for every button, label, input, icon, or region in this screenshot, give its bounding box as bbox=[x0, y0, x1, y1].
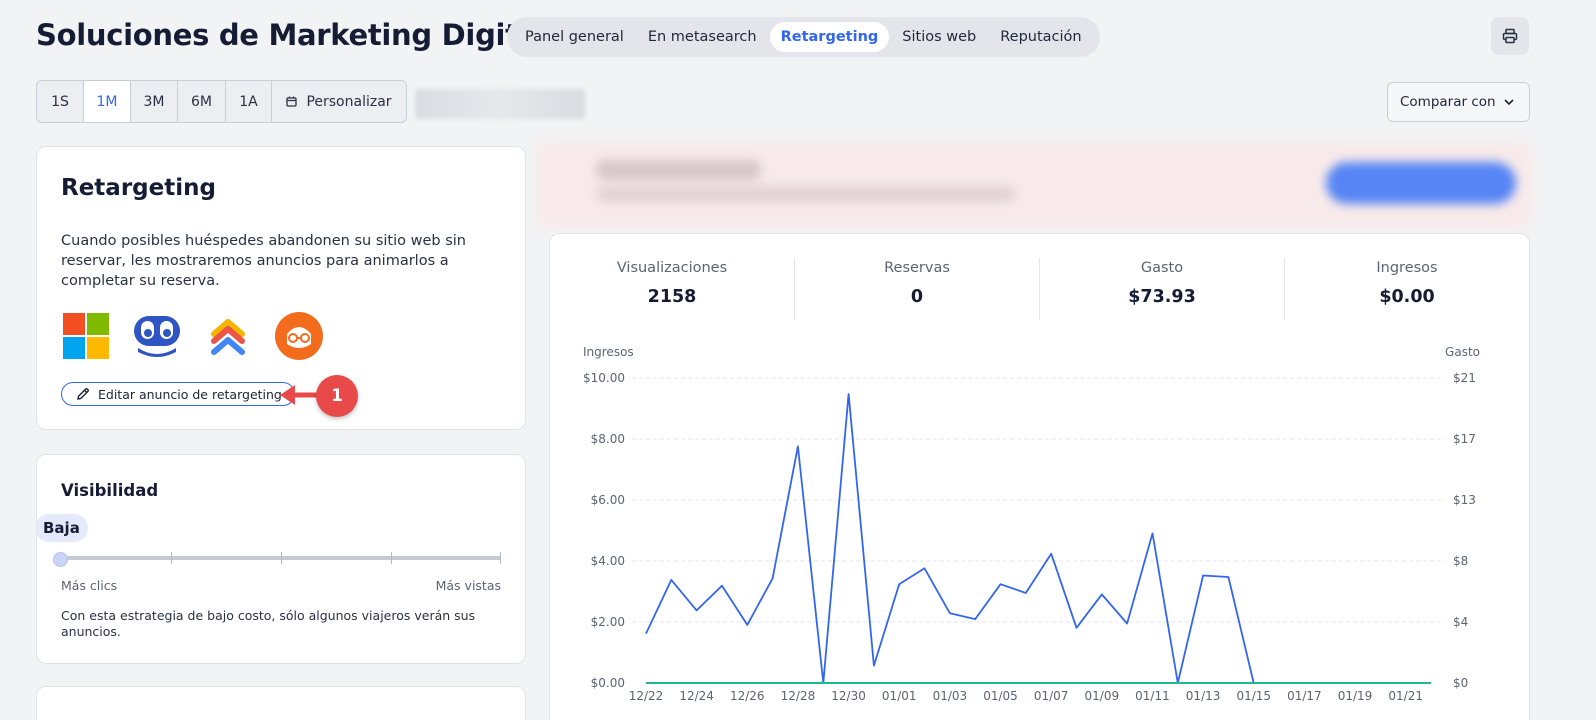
metric-value: $73.93 bbox=[1128, 287, 1196, 307]
right-tick-label: $0 bbox=[1453, 676, 1468, 690]
chevron-down-icon bbox=[1504, 99, 1514, 106]
x-tick-label: 01/15 bbox=[1236, 689, 1271, 703]
custom-range-button[interactable]: Personalizar bbox=[272, 81, 406, 122]
right-tick-label: $4 bbox=[1453, 615, 1468, 629]
retargeting-title: Retargeting bbox=[61, 175, 216, 201]
page-title: Soluciones de Marketing Digital bbox=[36, 18, 548, 52]
left-tick-label: $6.00 bbox=[591, 493, 625, 507]
tab-retargeting[interactable]: Retargeting bbox=[769, 22, 890, 52]
right-tick-label: $8 bbox=[1453, 554, 1468, 568]
metric-label: Gasto bbox=[1140, 260, 1184, 276]
x-tick-label: 01/11 bbox=[1135, 689, 1170, 703]
visibility-card: Visibilidad Baja Más clics Más vistas Co… bbox=[35, 454, 526, 664]
edit-button-label: Editar anuncio de retargeting bbox=[98, 386, 282, 402]
tripadvisor-style-logo bbox=[132, 311, 182, 361]
x-tick-label: 01/05 bbox=[983, 689, 1018, 703]
ad-network-logos bbox=[61, 311, 345, 361]
metric-revenue: Ingresos $0.00 bbox=[1285, 258, 1529, 320]
x-tick-label: 12/30 bbox=[831, 689, 866, 703]
pencil-icon bbox=[77, 388, 89, 400]
x-tick-label: 12/24 bbox=[679, 689, 714, 703]
metric-spend: Gasto $73.93 bbox=[1040, 258, 1285, 320]
x-tick-label: 12/22 bbox=[629, 689, 664, 703]
range-3m-button[interactable]: 3M bbox=[131, 81, 178, 122]
metric-bookings: Reservas 0 bbox=[795, 258, 1040, 320]
x-tick-label: 01/01 bbox=[882, 689, 917, 703]
compare-label: Comparar con bbox=[1400, 94, 1496, 110]
x-tick-label: 01/19 bbox=[1338, 689, 1373, 703]
step-callout-badge: 1 bbox=[316, 375, 358, 417]
right-tick-label: $21 bbox=[1453, 371, 1476, 385]
range-1s-button[interactable]: 1S bbox=[37, 81, 84, 122]
slider-tick bbox=[171, 552, 172, 564]
right-tick-label: $13 bbox=[1453, 493, 1476, 507]
slider-max-label: Más vistas bbox=[435, 578, 501, 593]
x-tick-label: 12/26 bbox=[730, 689, 765, 703]
range-1m-button[interactable]: 1M bbox=[84, 81, 131, 122]
x-tick-label: 01/13 bbox=[1186, 689, 1221, 703]
visibility-description: Con esta estrategia de bajo costo, sólo … bbox=[61, 608, 476, 639]
metric-label: Ingresos bbox=[1376, 260, 1438, 276]
slider-tick bbox=[281, 552, 282, 564]
x-tick-label: 01/09 bbox=[1085, 689, 1120, 703]
printer-icon bbox=[1502, 28, 1518, 44]
metric-value: $0.00 bbox=[1379, 287, 1435, 307]
right-tick-label: $17 bbox=[1453, 432, 1476, 446]
outbrain-logo bbox=[274, 311, 324, 361]
google-ads-logo bbox=[203, 311, 253, 361]
range-1a-button[interactable]: 1A bbox=[226, 81, 272, 122]
left-tick-label: $8.00 bbox=[591, 432, 625, 446]
x-tick-label: 01/21 bbox=[1388, 689, 1423, 703]
metric-value: 0 bbox=[910, 287, 924, 307]
range-6m-button[interactable]: 6M bbox=[178, 81, 226, 122]
microsoft-logo bbox=[61, 311, 111, 361]
visibility-title: Visibilidad bbox=[61, 481, 159, 500]
left-tick-label: $2.00 bbox=[591, 615, 625, 629]
left-tick-label: $10.00 bbox=[583, 371, 625, 385]
metrics-row: Visualizaciones 2158 Reservas 0 Gasto $7… bbox=[550, 258, 1529, 320]
tab-sitios-web[interactable]: Sitios web bbox=[891, 22, 987, 52]
metric-label: Reservas bbox=[884, 260, 950, 276]
x-tick-label: 01/07 bbox=[1034, 689, 1069, 703]
series-line-gasto bbox=[645, 393, 1431, 684]
tab-reputacion[interactable]: Reputación bbox=[989, 22, 1092, 52]
metric-views: Visualizaciones 2158 bbox=[550, 258, 795, 320]
slider-tick bbox=[391, 552, 392, 564]
x-tick-label: 12/28 bbox=[781, 689, 816, 703]
slider-min-label: Más clics bbox=[61, 578, 118, 593]
left-tick-label: $4.00 bbox=[591, 554, 625, 568]
metric-label: Visualizaciones bbox=[616, 260, 728, 276]
edit-retargeting-ad-button[interactable]: Editar anuncio de retargeting bbox=[61, 382, 295, 406]
right-axis-title: Gasto bbox=[1445, 345, 1480, 359]
left-axis-title: Ingresos bbox=[583, 345, 634, 359]
compare-with-dropdown[interactable]: Comparar con bbox=[1387, 82, 1530, 122]
next-card bbox=[36, 686, 526, 720]
tab-en-metasearch[interactable]: En metasearch bbox=[637, 22, 768, 52]
x-tick-label: 01/03 bbox=[933, 689, 968, 703]
time-range-selector: 1S 1M 3M 6M 1A Personalizar bbox=[36, 80, 407, 123]
visibility-slider-thumb[interactable] bbox=[53, 552, 68, 567]
retargeting-description: Cuando posibles huéspedes abandonen su s… bbox=[61, 233, 466, 289]
main-tabs: Panel general En metasearch Retargeting … bbox=[507, 17, 1100, 57]
custom-range-label: Personalizar bbox=[306, 93, 392, 110]
calendar-icon bbox=[286, 96, 298, 107]
blurred-promo-banner bbox=[536, 140, 1532, 228]
left-tick-label: $0.00 bbox=[591, 676, 625, 690]
blurred-date-range bbox=[415, 89, 585, 119]
tab-panel-general[interactable]: Panel general bbox=[514, 22, 635, 52]
visibility-level-badge: Baja bbox=[35, 514, 88, 542]
slider-tick bbox=[500, 552, 501, 564]
x-tick-label: 01/17 bbox=[1287, 689, 1322, 703]
print-button[interactable] bbox=[1491, 17, 1529, 55]
performance-line-chart: Ingresos Gasto $0.00 $0 $2.00 $4 $4.00 $8 $6.00 $… bbox=[583, 345, 1480, 703]
metric-value: 2158 bbox=[647, 287, 697, 307]
